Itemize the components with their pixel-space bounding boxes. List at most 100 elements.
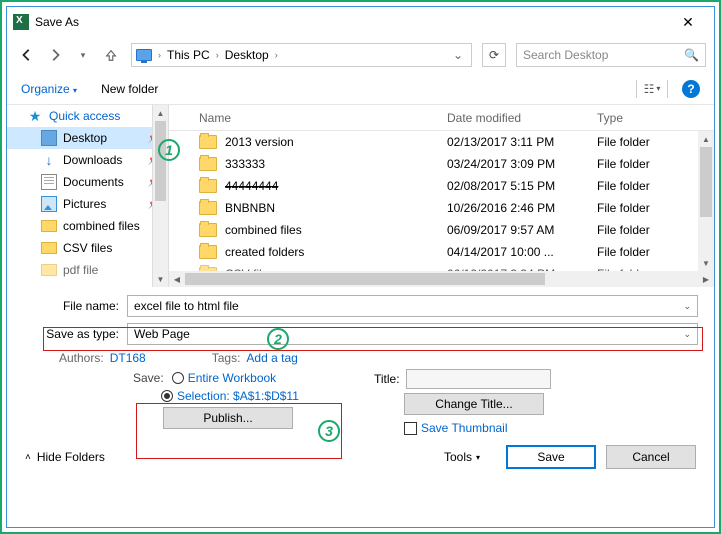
- sidebar-item-folder[interactable]: combined files: [7, 215, 168, 237]
- folder-icon: [41, 264, 57, 276]
- download-icon: ↓: [41, 152, 57, 168]
- title-label: Title:: [374, 372, 400, 386]
- list-item[interactable]: 33333303/24/2017 3:09 PMFile folder: [169, 153, 714, 175]
- list-item[interactable]: created folders04/14/2017 10:00 ...File …: [169, 241, 714, 263]
- footer: ˄ Hide Folders Tools ▾ Save Cancel: [7, 435, 714, 479]
- list-item[interactable]: combined files06/09/2017 9:57 AMFile fol…: [169, 219, 714, 241]
- sidebar-item-desktop[interactable]: Desktop 📌: [7, 127, 168, 149]
- excel-icon: [13, 14, 29, 30]
- hide-folders-button[interactable]: ˄ Hide Folders: [25, 450, 105, 464]
- up-button[interactable]: [99, 43, 123, 67]
- list-vertical-scrollbar[interactable]: ▲ ▼: [698, 131, 714, 271]
- address-bar[interactable]: › This PC › Desktop › ⌄: [131, 43, 472, 67]
- folder-icon: [41, 242, 57, 254]
- chevron-down-icon[interactable]: ⌄: [683, 301, 691, 312]
- column-header-type[interactable]: Type: [597, 111, 714, 125]
- titlebar: Save As ✕: [7, 7, 714, 37]
- list-item[interactable]: 2013 version02/13/2017 3:11 PMFile folde…: [169, 131, 714, 153]
- sidebar-item-label: Desktop: [63, 131, 107, 145]
- sidebar-item-folder[interactable]: pdf file: [7, 259, 168, 281]
- breadcrumb-segment[interactable]: Desktop: [221, 48, 273, 62]
- selection-radio[interactable]: [161, 390, 173, 402]
- chevron-right-icon: ›: [214, 50, 221, 60]
- sidebar-item-documents[interactable]: Documents 📌: [7, 171, 168, 193]
- sidebar-item-pictures[interactable]: Pictures 📌: [7, 193, 168, 215]
- chevron-right-icon: ›: [156, 50, 163, 60]
- list-horizontal-scrollbar[interactable]: ◀ ▶: [169, 271, 714, 287]
- authors-label: Authors:: [59, 351, 104, 365]
- save-button[interactable]: Save: [506, 445, 596, 469]
- scrollbar-thumb[interactable]: [700, 147, 712, 217]
- view-options-button[interactable]: ☷ ▾: [636, 80, 668, 98]
- save-thumbnail-checkbox[interactable]: [404, 422, 417, 435]
- new-folder-button[interactable]: New folder: [101, 82, 158, 96]
- savetype-dropdown[interactable]: Web Page ⌄: [127, 323, 698, 345]
- organize-button[interactable]: Organize ▾: [21, 82, 77, 96]
- folder-icon: [199, 245, 217, 259]
- folder-icon: [199, 157, 217, 171]
- breadcrumb-segment[interactable]: This PC: [163, 48, 214, 62]
- search-placeholder: Search Desktop: [523, 48, 608, 62]
- address-dropdown[interactable]: ⌄: [449, 48, 467, 62]
- entire-workbook-radio[interactable]: [172, 372, 184, 384]
- sidebar-item-label: Downloads: [63, 153, 122, 167]
- folder-icon: [199, 223, 217, 237]
- save-options: Save: Entire Workbook Selection: $A$1:$D…: [133, 369, 328, 435]
- navigation-pane: ★ Quick access Desktop 📌 ↓ Downloads 📌 D…: [7, 105, 169, 287]
- title-input[interactable]: [406, 369, 551, 389]
- chevron-up-icon: ˄: [25, 452, 31, 463]
- selection-label: Selection: $A$1:$D$11: [177, 389, 299, 403]
- sidebar-item-label: combined files: [63, 219, 140, 233]
- savetype-label: Save as type:: [23, 327, 127, 341]
- scrollbar-thumb[interactable]: [185, 273, 545, 285]
- folder-icon: [41, 220, 57, 232]
- picture-icon: [41, 196, 57, 212]
- filename-label: File name:: [23, 299, 127, 313]
- filename-input[interactable]: excel file to html file ⌄: [127, 295, 698, 317]
- chevron-down-icon[interactable]: ⌄: [683, 329, 691, 340]
- navigation-bar: ▾ › This PC › Desktop › ⌄ ⟳ Search Deskt…: [7, 37, 714, 73]
- search-input[interactable]: Search Desktop 🔍: [516, 43, 706, 67]
- toolbar: Organize ▾ New folder ☷ ▾ ?: [7, 73, 714, 105]
- change-title-button[interactable]: Change Title...: [404, 393, 544, 415]
- tags-label: Tags:: [212, 351, 241, 365]
- folder-icon: [199, 201, 217, 215]
- column-header-date[interactable]: Date modified: [447, 111, 597, 125]
- sidebar-item-quick-access[interactable]: ★ Quick access: [7, 105, 168, 127]
- save-thumbnail-label: Save Thumbnail: [421, 421, 508, 435]
- authors-value[interactable]: DT168: [110, 351, 146, 365]
- save-as-dialog: Save As ✕ ▾ › This PC › Desktop › ⌄ ⟳ Se…: [6, 6, 715, 528]
- forward-button[interactable]: [43, 43, 67, 67]
- body: ★ Quick access Desktop 📌 ↓ Downloads 📌 D…: [7, 105, 714, 287]
- dialog-title: Save As: [35, 15, 79, 29]
- tools-button[interactable]: Tools ▾: [444, 450, 480, 464]
- sidebar-item-label: CSV files: [63, 241, 112, 255]
- file-list: Name Date modified Type 2013 version02/1…: [169, 105, 714, 287]
- recent-locations-button[interactable]: ▾: [71, 43, 95, 67]
- list-item[interactable]: 4444444402/08/2017 5:15 PMFile folder: [169, 175, 714, 197]
- cancel-button[interactable]: Cancel: [606, 445, 696, 469]
- sidebar-item-label: Quick access: [49, 109, 120, 123]
- publish-button[interactable]: Publish...: [163, 407, 293, 429]
- star-icon: ★: [27, 108, 43, 124]
- sidebar-item-folder[interactable]: CSV files: [7, 237, 168, 259]
- desktop-icon: [41, 130, 57, 146]
- refresh-button[interactable]: ⟳: [482, 43, 506, 67]
- title-options: Title: Change Title... Save Thumbnail: [374, 369, 551, 435]
- close-button[interactable]: ✕: [668, 14, 708, 31]
- save-label: Save:: [133, 371, 164, 385]
- tags-value[interactable]: Add a tag: [246, 351, 297, 365]
- search-icon: 🔍: [684, 48, 699, 62]
- file-list-header: Name Date modified Type: [169, 105, 714, 131]
- sidebar-item-downloads[interactable]: ↓ Downloads 📌: [7, 149, 168, 171]
- this-pc-icon: [136, 49, 152, 61]
- back-button[interactable]: [15, 43, 39, 67]
- column-header-name[interactable]: Name: [199, 111, 447, 125]
- scrollbar-thumb[interactable]: [155, 121, 166, 201]
- help-button[interactable]: ?: [682, 80, 700, 98]
- list-item[interactable]: BNBNBN10/26/2016 2:46 PMFile folder: [169, 197, 714, 219]
- folder-icon: [199, 135, 217, 149]
- sidebar-scrollbar[interactable]: ▲ ▼: [152, 105, 168, 287]
- sidebar-item-label: Documents: [63, 175, 124, 189]
- sidebar-item-label: pdf file: [63, 263, 98, 277]
